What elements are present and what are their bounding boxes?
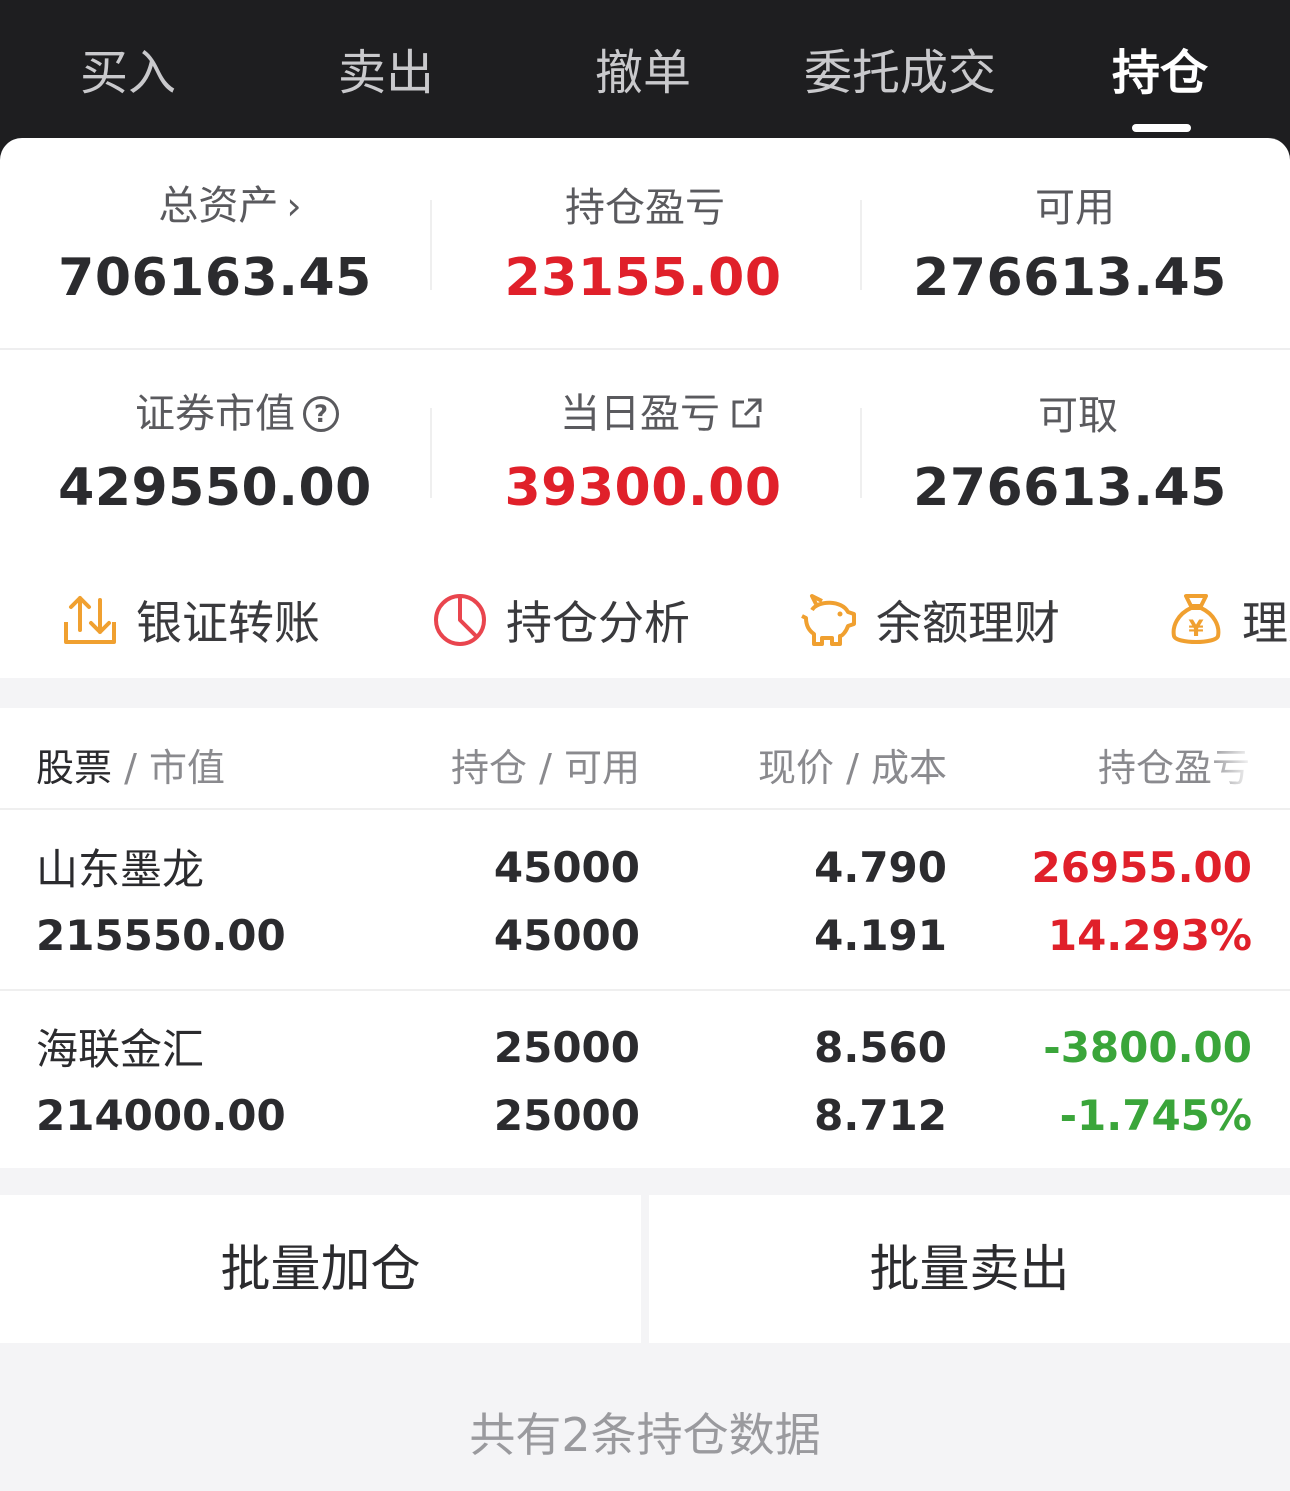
withdrawable-label: 可取: [1038, 393, 1118, 439]
header-price: 现价: [758, 746, 835, 790]
divider: [430, 200, 432, 290]
transfer-icon: [64, 596, 116, 644]
shortcut-label: 持仓分析: [506, 596, 690, 650]
total-assets-label: 总资产: [158, 183, 279, 229]
total-assets-value: 706163.45: [58, 248, 372, 308]
header-available: 可用: [563, 746, 640, 790]
batch-add-button[interactable]: 批量加仓: [0, 1195, 641, 1343]
shortcut-bank-transfer[interactable]: 银证转账: [62, 585, 320, 655]
divider: [860, 408, 862, 498]
divider: [430, 408, 432, 498]
stock-market-value: 215550.00: [36, 911, 286, 960]
tab-orders-trades[interactable]: 委托成交: [804, 38, 996, 108]
market-value-label: 证券市值: [135, 391, 295, 437]
pie-chart-icon: [434, 594, 486, 646]
positions-count-text: 共有2条持仓数据: [469, 1408, 821, 1462]
available-value: 276613.45: [913, 248, 1227, 308]
shortcut-label: 理财: [1242, 596, 1290, 650]
stock-position: 45000: [493, 843, 640, 892]
stock-position: 25000: [493, 1023, 640, 1072]
shortcut-wealth[interactable]: ¥ 理财: [1168, 585, 1290, 655]
header-position-available[interactable]: 持仓 / 可用: [451, 740, 640, 796]
row-divider: [0, 808, 1290, 810]
header-market-value: 市值: [148, 746, 225, 790]
stock-cost: 4.191: [814, 911, 947, 960]
header-position: 持仓: [451, 746, 528, 790]
stock-market-value: 214000.00: [36, 1091, 286, 1140]
stock-available: 25000: [493, 1091, 640, 1140]
tab-cancel-order[interactable]: 撤单: [595, 38, 691, 108]
stock-pnl-percent: 14.293%: [1047, 911, 1252, 960]
svg-text:¥: ¥: [1188, 617, 1204, 642]
chevron-right-icon: ›: [286, 184, 302, 228]
header-cost: 成本: [870, 746, 947, 790]
money-bag-icon: ¥: [1171, 594, 1221, 644]
trade-tab-bar: 买入 卖出 撤单 委托成交 持仓: [0, 0, 1290, 160]
batch-actions: 批量加仓 批量卖出: [0, 1195, 1290, 1343]
shortcut-label: 余额理财: [876, 596, 1060, 650]
tab-buy[interactable]: 买入: [80, 38, 176, 108]
holdings-table: 股票 / 市值 持仓 / 可用 现价 / 成本 持仓盈亏 山东墨龙 215550…: [0, 708, 1290, 1168]
daily-pnl-label: 当日盈亏: [560, 391, 720, 437]
daily-pnl-link[interactable]: 当日盈亏: [560, 386, 764, 442]
external-link-icon: [732, 398, 762, 428]
active-tab-indicator: [1132, 124, 1191, 132]
stock-name: 山东墨龙: [36, 845, 205, 894]
market-value-value: 429550.00: [58, 458, 372, 518]
stock-price: 4.790: [814, 843, 947, 892]
withdrawable-value: 276613.45: [913, 458, 1227, 518]
header-separator: /: [527, 746, 564, 790]
stock-price: 8.560: [814, 1023, 947, 1072]
divider: [860, 200, 862, 290]
tab-sell[interactable]: 卖出: [338, 38, 434, 108]
header-stock-market-value[interactable]: 股票 / 市值: [36, 740, 225, 796]
question-circle-icon: ?: [303, 396, 339, 432]
tab-positions[interactable]: 持仓: [1112, 38, 1208, 108]
available-label: 可用: [1035, 185, 1115, 231]
position-pnl-label: 持仓盈亏: [565, 185, 725, 231]
header-separator: /: [834, 746, 871, 790]
stock-name: 海联金汇: [36, 1025, 205, 1074]
header-stock: 股票: [36, 746, 113, 790]
piggy-bank-icon: [801, 594, 856, 646]
stock-pnl-percent: -1.745%: [1059, 1091, 1252, 1140]
position-pnl-value: 23155.00: [504, 248, 782, 308]
summary-row-divider: [0, 348, 1290, 350]
batch-sell-button[interactable]: 批量卖出: [649, 1195, 1290, 1343]
stock-pnl: -3800.00: [1043, 1023, 1252, 1072]
shortcut-balance-wealth[interactable]: 余额理财: [800, 585, 1060, 655]
market-value-help[interactable]: 证券市值 ?: [135, 386, 339, 442]
header-separator: /: [112, 746, 149, 790]
stock-cost: 8.712: [814, 1091, 947, 1140]
stock-pnl: 26955.00: [1031, 843, 1252, 892]
shortcut-position-analysis[interactable]: 持仓分析: [432, 585, 690, 655]
row-divider: [0, 989, 1290, 991]
header-price-cost[interactable]: 现价 / 成本: [758, 740, 947, 796]
positions-page: 买入 卖出 撤单 委托成交 持仓 总资产 › 706163.45 持仓盈亏 23…: [0, 0, 1290, 1491]
shortcut-label: 银证转账: [136, 596, 320, 650]
daily-pnl-value: 39300.00: [504, 458, 782, 518]
stock-available: 45000: [493, 911, 640, 960]
total-assets-link[interactable]: 总资产 ›: [158, 178, 301, 234]
header-position-pnl[interactable]: 持仓盈亏: [1098, 740, 1250, 796]
